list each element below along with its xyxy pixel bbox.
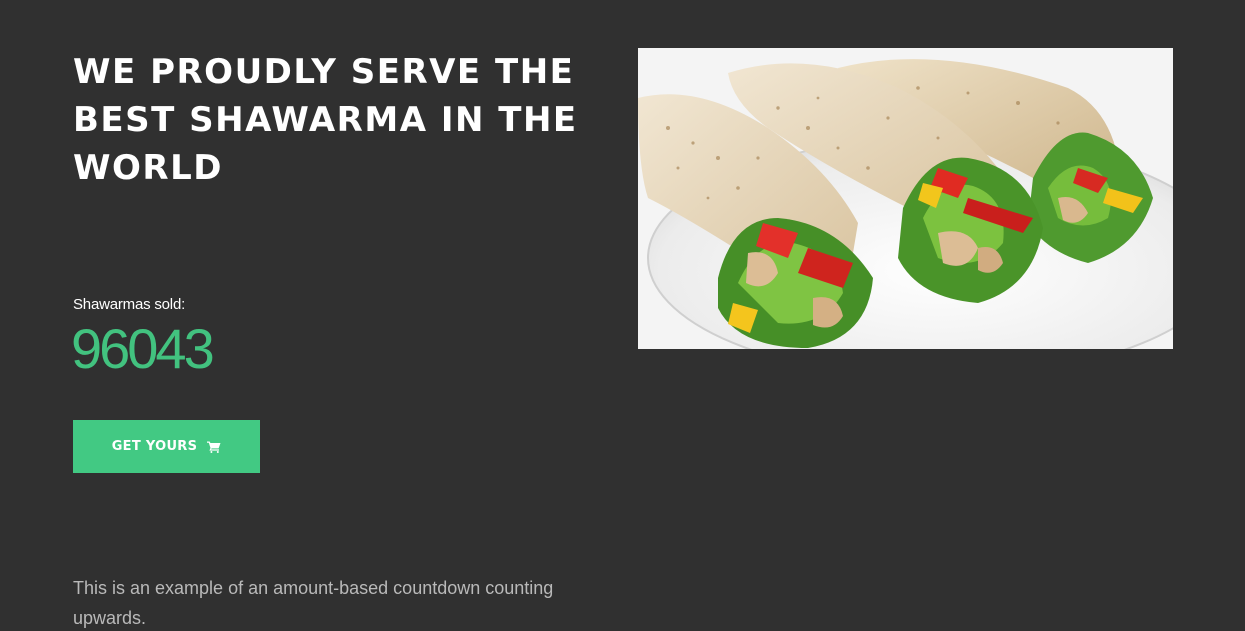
- hero-section: WE PROUDLY SERVE THE BEST SHAWARMA IN TH…: [0, 0, 1245, 631]
- counter-value: 96043: [71, 317, 215, 380]
- get-yours-label: GET YOURS: [111, 439, 198, 454]
- get-yours-button[interactable]: GET YOURS: [73, 420, 260, 473]
- description-text: This is an example of an amount-based co…: [73, 578, 554, 628]
- shawarma-image: [638, 48, 1173, 349]
- page-title: WE PROUDLY SERVE THE BEST SHAWARMA IN TH…: [73, 52, 578, 188]
- shopping-cart-icon: [207, 441, 221, 453]
- counter-label: Shawarmas sold:: [73, 296, 186, 313]
